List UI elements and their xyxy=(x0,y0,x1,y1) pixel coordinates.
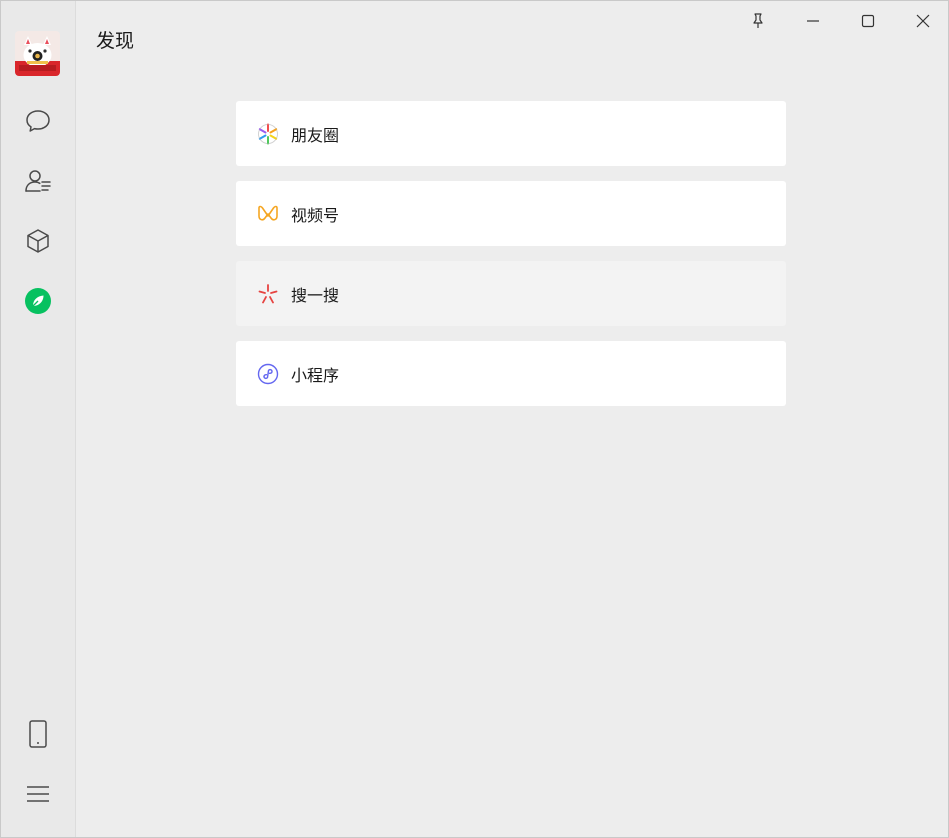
phone-icon[interactable] xyxy=(23,719,53,749)
entry-label: 视频号 xyxy=(291,205,340,225)
maximize-icon xyxy=(861,14,875,28)
minimize-icon xyxy=(807,20,819,22)
pin-icon xyxy=(753,13,763,28)
page-title: 发现 xyxy=(96,30,135,52)
pin-button[interactable] xyxy=(740,7,776,35)
maximize-button[interactable] xyxy=(850,7,886,35)
discover-compass-icon[interactable] xyxy=(23,286,53,316)
entry-search[interactable]: 搜一搜 xyxy=(236,261,786,326)
close-button[interactable] xyxy=(905,7,941,35)
entry-label: 小程序 xyxy=(291,365,340,385)
cube-icon[interactable] xyxy=(23,226,53,256)
minimize-button[interactable] xyxy=(795,7,831,35)
entry-mini-program[interactable]: 小程序 xyxy=(236,341,786,406)
entry-label: 朋友圈 xyxy=(291,125,340,145)
close-icon xyxy=(916,14,930,28)
entry-label: 搜一搜 xyxy=(291,285,340,305)
search-star-icon xyxy=(257,283,279,305)
mini-program-icon xyxy=(257,363,279,385)
contacts-icon[interactable] xyxy=(23,166,53,196)
entry-moments[interactable]: 朋友圈 xyxy=(236,101,786,166)
menu-icon[interactable] xyxy=(23,779,53,809)
wechat-window: 发现 朋友圈 视频号 搜一搜 小程序 xyxy=(0,0,949,838)
entry-channels[interactable]: 视频号 xyxy=(236,181,786,246)
channels-icon xyxy=(257,203,279,225)
main-panel: 发现 朋友圈 视频号 搜一搜 小程序 xyxy=(76,1,948,837)
moments-icon xyxy=(257,123,279,145)
avatar[interactable] xyxy=(15,31,60,76)
chat-bubble-icon[interactable] xyxy=(23,106,53,136)
sidebar xyxy=(1,1,76,837)
